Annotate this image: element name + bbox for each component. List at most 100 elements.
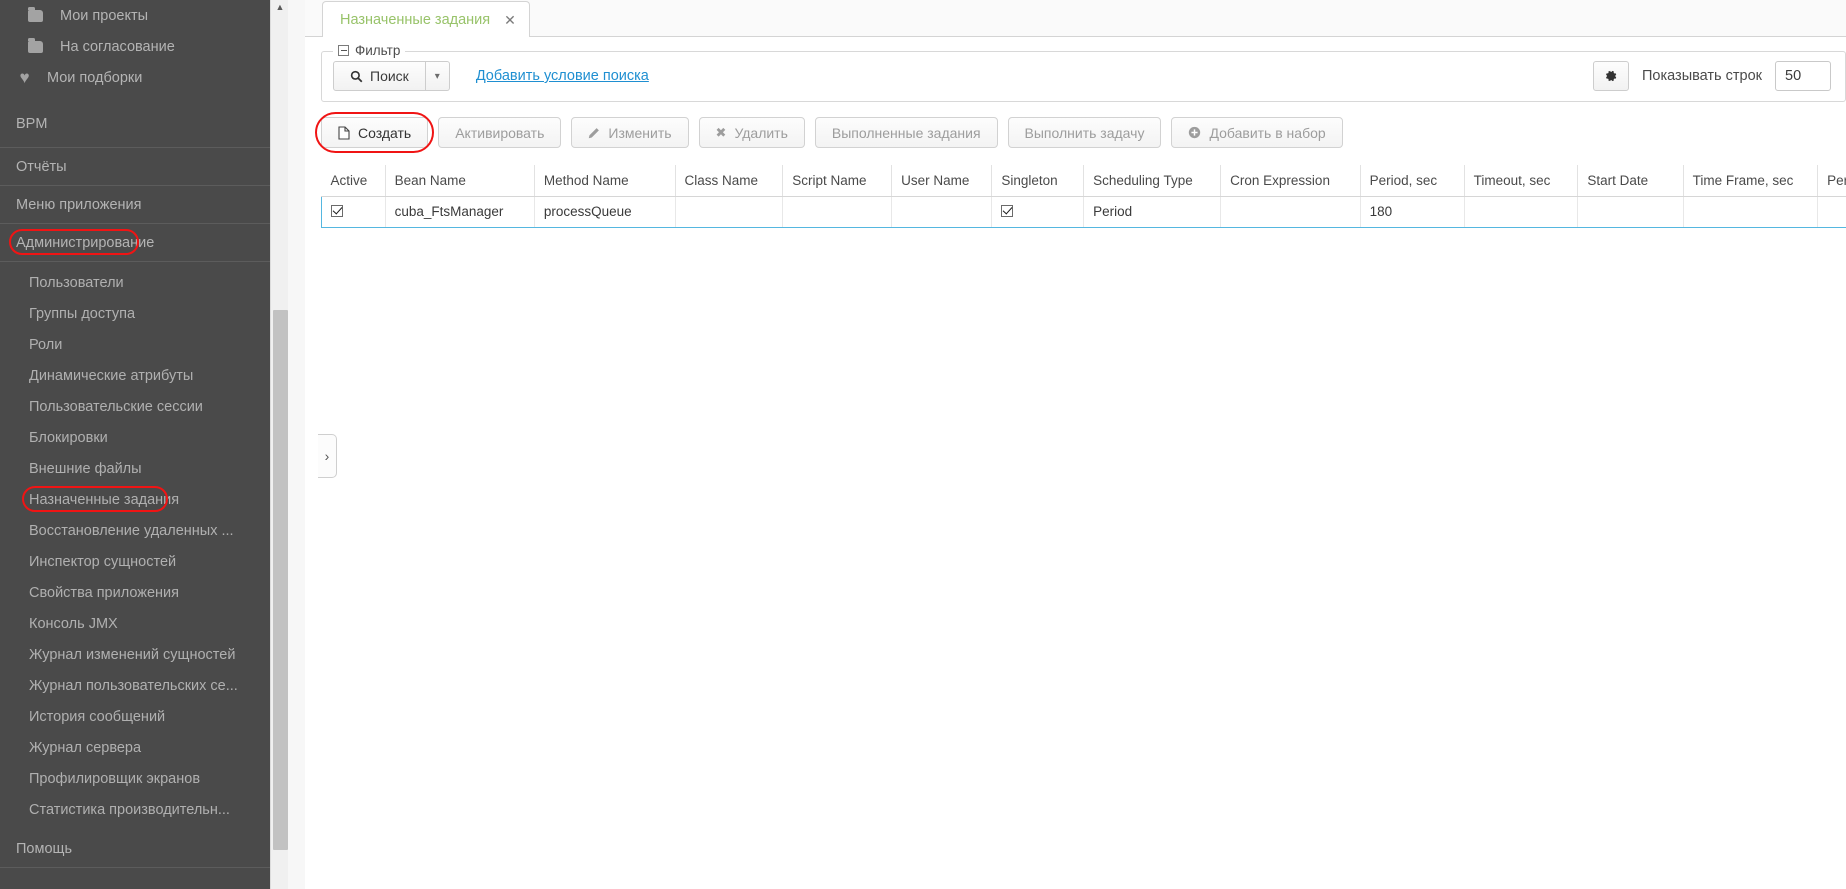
close-icon[interactable]: ✕ [504, 13, 516, 27]
sidebar-item-help[interactable]: Помощь [0, 830, 305, 867]
sidebar-item-jmx-console[interactable]: Консоль JMX [0, 608, 305, 639]
sidebar-item-server-log[interactable]: Журнал сервера [0, 732, 305, 763]
sidebar-section-help: Помощь [0, 830, 305, 868]
collapse-minus-icon[interactable] [338, 45, 349, 56]
sidebar-item-for-approval[interactable]: На согласование 0 [0, 31, 305, 62]
table-header-method-name[interactable]: Method Name [534, 165, 676, 197]
add-to-set-button[interactable]: Добавить в набор [1171, 117, 1343, 148]
create-button-wrapper: Создать [315, 112, 435, 153]
table-header-permitted-servers[interactable]: Permitted Servers [1817, 165, 1846, 197]
table-header-timeout-sec[interactable]: Timeout, sec [1464, 165, 1579, 197]
chevron-down-icon: ▾ [434, 70, 440, 82]
sidebar-item-locks[interactable]: Блокировки [0, 422, 305, 453]
sidebar-item-performance-stats[interactable]: Статистика производительн... [0, 794, 305, 825]
table-cell-timeout-sec [1464, 195, 1579, 228]
add-search-condition-link[interactable]: Добавить условие поиска [476, 68, 649, 84]
table-cell-period-sec: 180 [1360, 195, 1465, 228]
delete-button[interactable]: ✖ Удалить [698, 117, 805, 148]
sidebar-item-label: Администрирование [16, 234, 155, 251]
sidebar-item-label: Пользователи [29, 274, 124, 291]
execute-task-button[interactable]: Выполнить задачу [1007, 117, 1162, 148]
sidebar-item-screen-profiler[interactable]: Профилировщик экранов [0, 763, 305, 794]
table-cell-singleton[interactable] [991, 195, 1085, 228]
sidebar-section-administration: Администрирование [0, 224, 305, 262]
table-header-start-date[interactable]: Start Date [1577, 165, 1684, 197]
tab-scheduled-tasks[interactable]: Назначенные задания ✕ [322, 1, 530, 37]
sidebar-item-app-menu[interactable]: Меню приложения [0, 186, 305, 223]
search-options-button[interactable]: ▾ [425, 61, 450, 91]
sidebar-item-bpm[interactable]: BPM [0, 109, 305, 139]
table-cell-permitted-servers [1817, 195, 1846, 228]
sidebar-item-roles[interactable]: Роли [0, 329, 305, 360]
rows-per-page-select[interactable]: 50 [1775, 61, 1831, 91]
edit-button[interactable]: Изменить [571, 117, 689, 148]
sidebar-item-dynamic-attributes[interactable]: Динамические атрибуты [0, 360, 305, 391]
sidebar-item-access-groups[interactable]: Группы доступа [0, 298, 305, 329]
sidebar-item-label: Пользовательские сессии [29, 398, 203, 415]
sidebar-item-my-selections[interactable]: ♥ Мои подборки [0, 62, 305, 93]
table-cell-scheduling-type: Period [1083, 195, 1222, 228]
table-header-scheduling-type[interactable]: Scheduling Type [1083, 165, 1222, 197]
table-header-time-frame-sec[interactable]: Time Frame, sec [1683, 165, 1819, 197]
sidebar-section-app-menu: Меню приложения [0, 186, 305, 224]
table-header-class-name[interactable]: Class Name [675, 165, 784, 197]
table-header-user-name[interactable]: User Name [891, 165, 993, 197]
sidebar-item-entity-log[interactable]: Журнал изменений сущностей [0, 639, 305, 670]
table-cell-active[interactable] [321, 195, 386, 228]
sidebar-item-message-history[interactable]: История сообщений [0, 701, 305, 732]
table-toolbar: Создать Активировать Изменить ✖ Удалить [315, 112, 1343, 153]
table-header-script-name[interactable]: Script Name [782, 165, 893, 197]
sidebar-expand-handle[interactable]: › [318, 434, 337, 478]
table-row[interactable]: cuba_FtsManager processQueue Period 180 [321, 195, 1846, 228]
table-header-active[interactable]: Active [321, 165, 386, 197]
sidebar: Мои проекты 0 На согласование 0 ♥ Мои по… [0, 0, 305, 889]
table-header-bean-name[interactable]: Bean Name [385, 165, 535, 197]
plus-circle-icon [1189, 126, 1201, 139]
sidebar-item-user-sessions[interactable]: Пользовательские сессии [0, 391, 305, 422]
sidebar-top-section: Мои проекты 0 На согласование 0 ♥ Мои по… [0, 0, 305, 148]
executed-tasks-button[interactable]: Выполненные задания [814, 117, 998, 148]
filter-panel: Фильтр Поиск ▾ Добавить условие поиска П… [321, 43, 1846, 102]
sidebar-item-user-session-log[interactable]: Журнал пользовательских се... [0, 670, 305, 701]
sidebar-item-external-files[interactable]: Внешние файлы [0, 453, 305, 484]
sidebar-item-label: Свойства приложения [29, 584, 179, 601]
sidebar-inner: Мои проекты 0 На согласование 0 ♥ Мои по… [0, 0, 305, 889]
table-cell-start-date [1577, 195, 1684, 228]
checkbox-checked-icon[interactable] [331, 205, 343, 217]
sidebar-scrollbar-thumb[interactable] [273, 310, 288, 850]
sidebar-item-reports[interactable]: Отчёты [0, 148, 305, 185]
table-cell-time-frame-sec [1683, 195, 1819, 228]
sidebar-item-label: Профилировщик экранов [29, 770, 201, 787]
sidebar-scrollbar[interactable]: ▲ [270, 0, 288, 889]
table-header-period-sec[interactable]: Period, sec [1360, 165, 1465, 197]
table-cell-script-name [782, 195, 893, 228]
table-header-row: Active Bean Name Method Name Class Name Scri… [321, 165, 1846, 197]
sidebar-item-users[interactable]: Пользователи [0, 267, 305, 298]
table-cell-class-name [675, 195, 784, 228]
sidebar-item-label: Меню приложения [16, 196, 142, 213]
sidebar-item-administration[interactable]: Администрирование [0, 224, 305, 261]
sidebar-item-deleted-restore[interactable]: Восстановление удаленных ... [0, 515, 305, 546]
search-button[interactable]: Поиск [333, 61, 426, 91]
filter-legend-label: Фильтр [355, 43, 401, 58]
chevron-right-icon: › [324, 448, 330, 464]
settings-button[interactable] [1593, 61, 1629, 91]
sidebar-item-app-properties[interactable]: Свойства приложения [0, 577, 305, 608]
checkbox-checked-icon[interactable] [1001, 205, 1014, 217]
table-header-singleton[interactable]: Singleton [991, 165, 1085, 197]
sidebar-section-reports: Отчёты [0, 148, 305, 186]
tab-label: Назначенные задания [340, 11, 491, 28]
sidebar-item-my-projects[interactable]: Мои проекты 0 [0, 0, 305, 31]
activate-button[interactable]: Активировать [438, 117, 562, 148]
create-button[interactable]: Создать [321, 117, 429, 148]
sidebar-item-label: BPM [16, 116, 48, 132]
search-icon [350, 70, 363, 82]
sidebar-item-label: Роли [29, 336, 63, 353]
triangle-up-icon[interactable]: ▲ [274, 1, 286, 13]
sidebar-item-entity-inspector[interactable]: Инспектор сущностей [0, 546, 305, 577]
sidebar-right-gutter [288, 0, 305, 889]
table-header-cron-expression[interactable]: Cron Expression [1220, 165, 1361, 197]
sidebar-item-label: Отчёты [16, 158, 67, 175]
sidebar-item-label: Журнал изменений сущностей [29, 646, 236, 663]
sidebar-item-scheduled-tasks[interactable]: Назначенные задания [0, 484, 305, 515]
